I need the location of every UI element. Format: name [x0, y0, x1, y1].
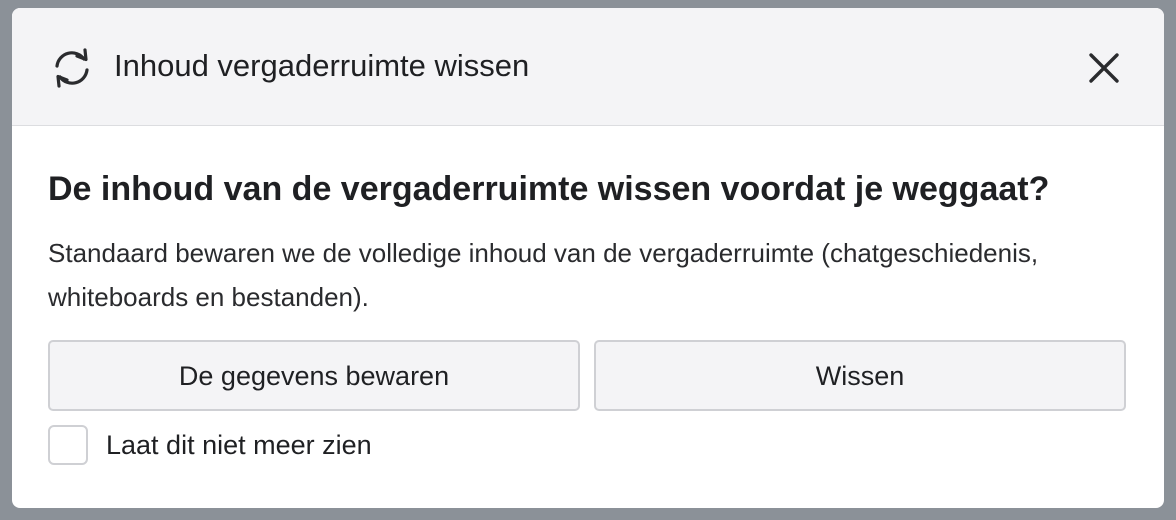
clear-room-dialog: Inhoud vergaderruimte wissen De inhoud v… [12, 8, 1164, 508]
dialog-header: Inhoud vergaderruimte wissen [12, 8, 1164, 126]
dialog-description: Standaard bewaren we de volledige inhoud… [48, 238, 1039, 312]
dont-show-again-checkbox[interactable] [48, 425, 88, 465]
close-button[interactable] [1082, 48, 1126, 88]
dont-show-again-label[interactable]: Laat dit niet meer zien [106, 426, 372, 464]
clear-button[interactable]: Wissen [594, 340, 1126, 411]
dialog-heading: De inhoud van de vergaderruimte wissen v… [48, 170, 1050, 208]
keep-data-button[interactable]: De gegevens bewaren [48, 340, 580, 411]
refresh-icon [48, 47, 96, 89]
close-icon [1089, 53, 1119, 83]
dialog-title: Inhoud vergaderruimte wissen [114, 48, 530, 83]
